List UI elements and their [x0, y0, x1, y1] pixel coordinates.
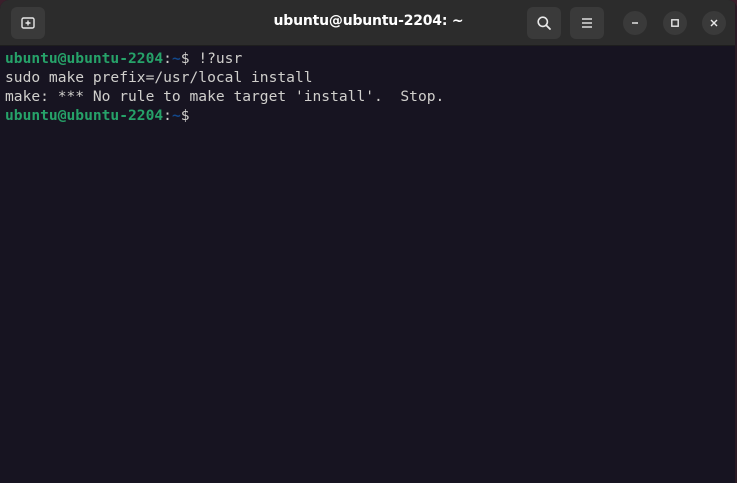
- prompt-path: ~: [171, 107, 181, 124]
- close-icon: [710, 19, 718, 27]
- prompt-user-host: ubuntu@ubuntu-2204: [5, 50, 164, 67]
- terminal-window: ubuntu@ubuntu-2204: ~ ubuntu@ubuntu-2204…: [0, 0, 737, 483]
- prompt-user-host: ubuntu@ubuntu-2204: [5, 107, 164, 124]
- prompt-separator: :: [163, 50, 172, 67]
- prompt-line: ubuntu@ubuntu-2204:~$: [5, 106, 732, 125]
- minimize-button[interactable]: [623, 11, 647, 35]
- minimize-icon: [632, 22, 638, 24]
- maximize-button[interactable]: [663, 11, 687, 35]
- search-button[interactable]: [527, 7, 561, 39]
- output-line: make: *** No rule to make target 'instal…: [5, 88, 445, 105]
- prompt-symbol: $: [180, 107, 199, 124]
- search-icon: [537, 16, 551, 30]
- prompt-path: ~: [171, 50, 181, 67]
- maximize-icon: [671, 19, 679, 27]
- prompt-separator: :: [163, 107, 172, 124]
- close-button[interactable]: [702, 11, 726, 35]
- hamburger-menu-icon: [582, 18, 592, 28]
- output-line: sudo make prefix=/usr/local install: [5, 69, 313, 86]
- prompt-line: ubuntu@ubuntu-2204:~$ !?usr: [5, 49, 732, 68]
- title-bar[interactable]: ubuntu@ubuntu-2204: ~: [0, 0, 737, 46]
- command-text: !?usr: [198, 50, 243, 67]
- terminal-output[interactable]: ubuntu@ubuntu-2204:~$ !?usr sudo make pre…: [0, 46, 737, 483]
- prompt-symbol: $: [180, 50, 199, 67]
- menu-button[interactable]: [570, 7, 604, 39]
